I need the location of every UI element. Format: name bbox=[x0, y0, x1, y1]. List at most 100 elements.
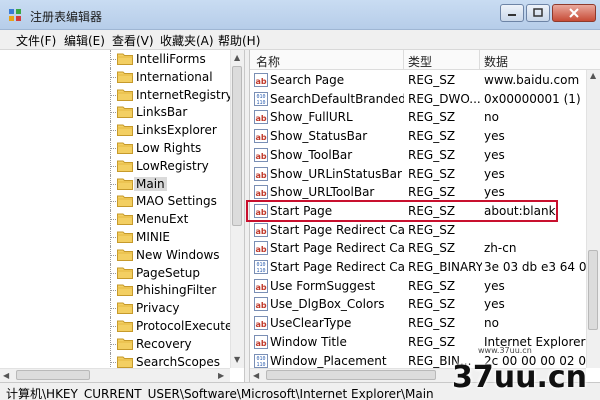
value-data: yes bbox=[484, 166, 505, 181]
column-name[interactable]: 名称 bbox=[256, 53, 280, 70]
column-separator[interactable] bbox=[479, 50, 480, 70]
value-row[interactable]: ab Start Page REG_SZ about:blank bbox=[250, 202, 586, 221]
scroll-left-arrow-icon[interactable]: ◀ bbox=[253, 372, 259, 380]
string-value-icon: ab bbox=[254, 278, 268, 293]
folder-icon bbox=[117, 213, 133, 226]
value-name: Show_FullURL bbox=[270, 110, 353, 125]
tree-connector bbox=[110, 130, 116, 132]
minimize-icon bbox=[508, 14, 516, 16]
list-hscroll-thumb[interactable] bbox=[266, 370, 436, 380]
value-row[interactable]: ab UseClearType REG_SZ no bbox=[250, 314, 586, 333]
tree-item-label: International bbox=[136, 69, 213, 84]
svg-text:110: 110 bbox=[256, 268, 265, 274]
menu-view[interactable]: 查看(V) bbox=[110, 32, 156, 49]
value-data: zh-cn bbox=[484, 241, 517, 256]
close-button[interactable] bbox=[552, 4, 596, 22]
menu-favorites[interactable]: 收藏夹(A) bbox=[158, 32, 216, 49]
string-value-icon: ab bbox=[254, 297, 268, 312]
column-separator[interactable] bbox=[403, 50, 404, 70]
folder-icon bbox=[117, 338, 133, 350]
value-row[interactable]: ab Show_StatusBar REG_SZ yes bbox=[250, 127, 586, 146]
value-name: Start Page bbox=[270, 203, 333, 218]
string-value-icon: ab bbox=[254, 110, 268, 125]
value-row[interactable]: ab Search Page REG_SZ www.baidu.com bbox=[250, 71, 586, 90]
value-row[interactable]: ab Window Title REG_SZ Internet Explorer bbox=[250, 333, 586, 352]
tree-connector bbox=[110, 59, 116, 60]
scroll-left-arrow-icon[interactable]: ◀ bbox=[3, 372, 9, 380]
window-title: 注册表编辑器 bbox=[30, 10, 103, 24]
tree-item[interactable]: Privacy bbox=[0, 299, 232, 318]
value-type: REG_SZ bbox=[408, 297, 456, 312]
menu-help[interactable]: 帮助(H) bbox=[216, 32, 262, 49]
tree-item-label: PageSetup bbox=[136, 265, 200, 280]
tree-hscroll-thumb[interactable] bbox=[16, 370, 90, 380]
value-row[interactable]: 010 110 SearchDefaultBranded REG_DWO... 0x00… bbox=[250, 90, 586, 109]
tree-item[interactable]: Main bbox=[0, 174, 232, 193]
value-row[interactable]: 010110Start Page Redirect Cac... REG_BINA… bbox=[250, 258, 586, 277]
value-row[interactable]: ab Start Page Redirect Cac... REG_SZ bbox=[250, 221, 586, 240]
value-data: yes bbox=[484, 147, 505, 162]
string-value-icon: ab bbox=[254, 166, 268, 181]
value-name: UseClearType bbox=[270, 316, 352, 331]
svg-text:ab: ab bbox=[255, 320, 266, 329]
tree-connector bbox=[110, 343, 116, 345]
tree-item-label: MAO Settings bbox=[136, 194, 217, 209]
tree-item[interactable]: PageSetup bbox=[0, 263, 232, 282]
tree-scroll-thumb[interactable] bbox=[232, 66, 242, 226]
tree-item[interactable]: LowRegistry bbox=[0, 156, 232, 175]
tree-item-label: Recovery bbox=[136, 336, 192, 351]
value-name: Show_ToolBar bbox=[270, 147, 353, 162]
value-type: REG_SZ bbox=[408, 316, 456, 331]
tree-connector bbox=[110, 94, 116, 96]
string-value-icon: ab bbox=[254, 203, 268, 218]
scroll-down-arrow-icon[interactable]: ▼ bbox=[234, 356, 240, 364]
tree-item[interactable]: MenuExt bbox=[0, 210, 232, 229]
tree-item[interactable]: New Windows bbox=[0, 245, 232, 264]
tree-item-label: MenuExt bbox=[136, 212, 189, 227]
tree-item[interactable]: MAO Settings bbox=[0, 192, 232, 211]
svg-text:ab: ab bbox=[255, 301, 266, 310]
tree-item[interactable]: LinksExplorer bbox=[0, 121, 232, 140]
tree-connector bbox=[110, 290, 116, 292]
value-type: REG_SZ bbox=[408, 129, 456, 144]
value-name: SearchDefaultBranded bbox=[270, 91, 404, 106]
folder-icon bbox=[117, 249, 133, 261]
tree-item[interactable]: InternetRegistry bbox=[0, 85, 233, 104]
folder-icon bbox=[117, 231, 133, 243]
column-data[interactable]: 数据 bbox=[484, 53, 508, 70]
folder-icon bbox=[117, 284, 133, 297]
value-type: REG_DWO... bbox=[408, 91, 481, 106]
value-data: about:blank bbox=[484, 203, 556, 218]
value-row[interactable]: ab Show_ToolBar REG_SZ yes bbox=[250, 146, 586, 165]
maximize-button[interactable] bbox=[526, 4, 550, 22]
menu-edit[interactable]: 编辑(E) bbox=[62, 32, 107, 49]
tree-item[interactable]: Low Rights bbox=[0, 139, 232, 157]
scroll-up-arrow-icon[interactable]: ▲ bbox=[234, 54, 240, 62]
string-value-icon: ab bbox=[254, 222, 268, 237]
regedit-app-icon bbox=[9, 9, 21, 21]
tree-connector bbox=[110, 183, 116, 185]
tree-item[interactable]: PhishingFilter bbox=[0, 281, 232, 300]
minimize-button[interactable] bbox=[500, 4, 524, 22]
list-scroll-thumb[interactable] bbox=[588, 250, 598, 330]
tree-item[interactable]: IntelliForms bbox=[0, 50, 232, 68]
folder-icon bbox=[117, 71, 133, 83]
list-header: 名称 类型 数据 bbox=[250, 50, 600, 70]
tree-item[interactable]: MINIE bbox=[0, 228, 232, 246]
string-value-icon: ab bbox=[254, 241, 268, 256]
scroll-right-arrow-icon[interactable]: ▶ bbox=[218, 372, 224, 380]
tree-item[interactable]: International bbox=[0, 67, 232, 86]
scroll-up-arrow-icon[interactable]: ▲ bbox=[590, 72, 596, 80]
folder-icon bbox=[117, 124, 133, 137]
value-row[interactable]: ab Start Page Redirect Cac... REG_SZ zh-cn bbox=[250, 239, 586, 258]
value-row[interactable]: ab Show_URLToolBar REG_SZ yes bbox=[250, 183, 586, 202]
menu-file[interactable]: 文件(F) bbox=[14, 32, 58, 49]
tree-item[interactable]: Recovery bbox=[0, 334, 232, 353]
value-row[interactable]: ab Show_URLinStatusBar REG_SZ yes bbox=[250, 165, 586, 184]
value-row[interactable]: ab Use_DlgBox_Colors REG_SZ yes bbox=[250, 295, 586, 314]
column-type[interactable]: 类型 bbox=[408, 53, 432, 70]
value-row[interactable]: ab Show_FullURL REG_SZ no bbox=[250, 108, 586, 127]
value-row[interactable]: ab Use FormSuggest REG_SZ yes bbox=[250, 277, 586, 296]
tree-item[interactable]: LinksBar bbox=[0, 103, 232, 122]
tree-item[interactable]: ProtocolExecute bbox=[0, 317, 232, 335]
